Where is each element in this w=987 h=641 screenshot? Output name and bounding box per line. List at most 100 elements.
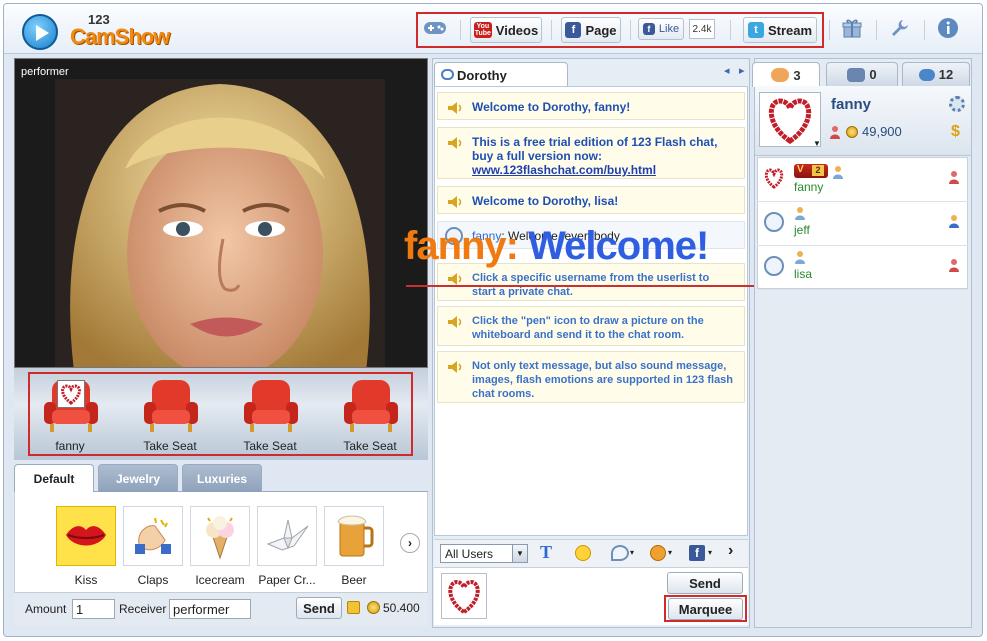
marquee-text: Welcome! — [528, 224, 709, 268]
amount-input[interactable] — [72, 599, 115, 619]
user-status-icon — [795, 251, 805, 264]
tab-users[interactable]: 3 — [752, 62, 820, 87]
gift-icecream[interactable]: Icecream — [189, 506, 251, 587]
facebook-share-icon[interactable]: f — [689, 545, 705, 561]
chat-message: Click the "pen" icon to draw a picture o… — [437, 306, 745, 346]
seat-1[interactable]: fanny — [30, 376, 110, 454]
chair-icon — [144, 380, 198, 432]
twitter-stream-button[interactable]: t Stream — [743, 17, 817, 43]
divider — [829, 20, 830, 40]
gift-send-button[interactable]: Send — [296, 597, 342, 619]
wrench-icon[interactable] — [886, 14, 914, 42]
buy-link[interactable]: www.123flashchat.com/buy.html — [472, 163, 656, 177]
gift-beer[interactable]: Beer — [323, 506, 385, 587]
user-name: fanny — [794, 180, 824, 194]
chevron-down-icon: ▾ — [630, 548, 635, 557]
info-icon[interactable] — [934, 14, 962, 42]
ticket-icon[interactable] — [347, 601, 360, 614]
coin-icon — [367, 601, 380, 614]
chat-message: This is a free trial edition of 123 Flas… — [437, 127, 745, 179]
logo: 123 CamShow — [22, 12, 172, 52]
gift-kiss[interactable]: Kiss — [55, 506, 117, 587]
chat-tab-prev-icon[interactable]: ◂ — [724, 64, 730, 77]
user-status-icon — [795, 207, 805, 220]
tab-default[interactable]: Default — [14, 464, 94, 493]
my-coins: 49,900 — [862, 124, 902, 139]
receiver-input[interactable] — [169, 599, 251, 619]
heart-avatar-icon — [57, 380, 85, 408]
seat-2[interactable]: Take Seat — [130, 376, 210, 454]
paper-crane-icon — [257, 506, 317, 566]
chat-send-button[interactable]: Send — [667, 572, 743, 594]
users-icon — [771, 68, 790, 82]
performer-video: performer — [14, 58, 428, 368]
gift-label: Icecream — [195, 573, 245, 587]
performer-video-image — [55, 79, 385, 367]
gift-paper-crane[interactable]: Paper Cr... — [256, 506, 318, 587]
tab-jewelry[interactable]: Jewelry — [98, 464, 178, 492]
gamepad-icon[interactable] — [422, 15, 448, 41]
gift-label: Claps — [137, 573, 169, 587]
user-row[interactable]: jeff — [757, 202, 968, 246]
heart-avatar-icon — [764, 168, 784, 189]
palette-icon[interactable] — [650, 545, 666, 561]
chevron-down-icon[interactable]: ▼ — [813, 139, 821, 148]
lips-icon — [56, 506, 116, 566]
my-avatar[interactable] — [759, 92, 821, 147]
dollar-icon[interactable]: $ — [951, 123, 960, 141]
tab-groups[interactable]: 0 — [826, 62, 898, 86]
toolbar-more-icon[interactable]: › — [728, 542, 733, 560]
chair-icon — [344, 380, 398, 432]
speaker-icon — [448, 196, 462, 208]
user-name: lisa — [794, 267, 813, 281]
receiver-label: Receiver — [119, 602, 167, 616]
gifts-next-button[interactable]: › — [400, 533, 420, 553]
divider — [730, 20, 731, 40]
female-user-icon — [830, 126, 840, 139]
settings-gear-icon[interactable] — [949, 96, 965, 112]
gift-icon[interactable] — [838, 14, 866, 42]
chat-tab-next-icon[interactable]: ▸ — [739, 64, 745, 77]
chevron-down-icon: ▾ — [668, 548, 673, 557]
text-format-icon[interactable]: T — [540, 542, 552, 563]
marquee-button[interactable]: Marquee — [668, 598, 743, 620]
videos-button[interactable]: You Tube Videos — [470, 17, 542, 43]
chat-message: Not only text message, but also sound me… — [437, 351, 745, 403]
logo-play-icon — [22, 14, 58, 50]
chat-bubble-icon — [918, 68, 935, 81]
icecream-icon — [190, 506, 250, 566]
video-label: performer — [21, 66, 69, 78]
tab-conversations[interactable]: 12 — [902, 62, 970, 86]
audience-select[interactable]: All Users ▼ — [440, 544, 528, 563]
group-icon — [847, 67, 866, 82]
page-label: Page — [585, 22, 617, 38]
user-status-icon — [833, 166, 843, 179]
vip-badge: V2 — [794, 164, 828, 178]
emoticon-icon[interactable] — [575, 545, 591, 561]
female-user-icon — [949, 171, 959, 184]
tab-chat-room[interactable]: Dorothy — [434, 62, 568, 87]
speaker-icon — [448, 316, 462, 328]
tab-luxuries[interactable]: Luxuries — [182, 464, 262, 492]
pen-icon[interactable] — [611, 545, 629, 561]
seat-4[interactable]: Take Seat — [330, 376, 410, 454]
gift-label: Beer — [341, 573, 367, 587]
chat-bubble-icon — [441, 69, 454, 80]
chevron-down-icon: ▾ — [708, 548, 713, 557]
seat-3[interactable]: Take Seat — [230, 376, 310, 454]
divider — [876, 20, 877, 40]
seat-label: Take Seat — [343, 439, 397, 453]
heart-avatar-icon — [441, 573, 487, 619]
user-row[interactable]: lisa — [757, 246, 968, 290]
facebook-page-button[interactable]: f Page — [561, 17, 621, 43]
speaker-icon — [448, 137, 462, 149]
divider — [460, 20, 461, 40]
chat-message: Welcome to Dorothy, fanny! — [437, 92, 745, 120]
chevron-down-icon: ▼ — [512, 545, 527, 562]
facebook-like-button[interactable]: f Like — [638, 18, 684, 40]
chat-tab-label: Dorothy — [457, 68, 507, 83]
user-row[interactable]: V2 fanny — [757, 158, 968, 202]
divider — [924, 20, 925, 40]
gift-claps[interactable]: Claps — [122, 506, 184, 587]
seat-label: Take Seat — [143, 439, 197, 453]
